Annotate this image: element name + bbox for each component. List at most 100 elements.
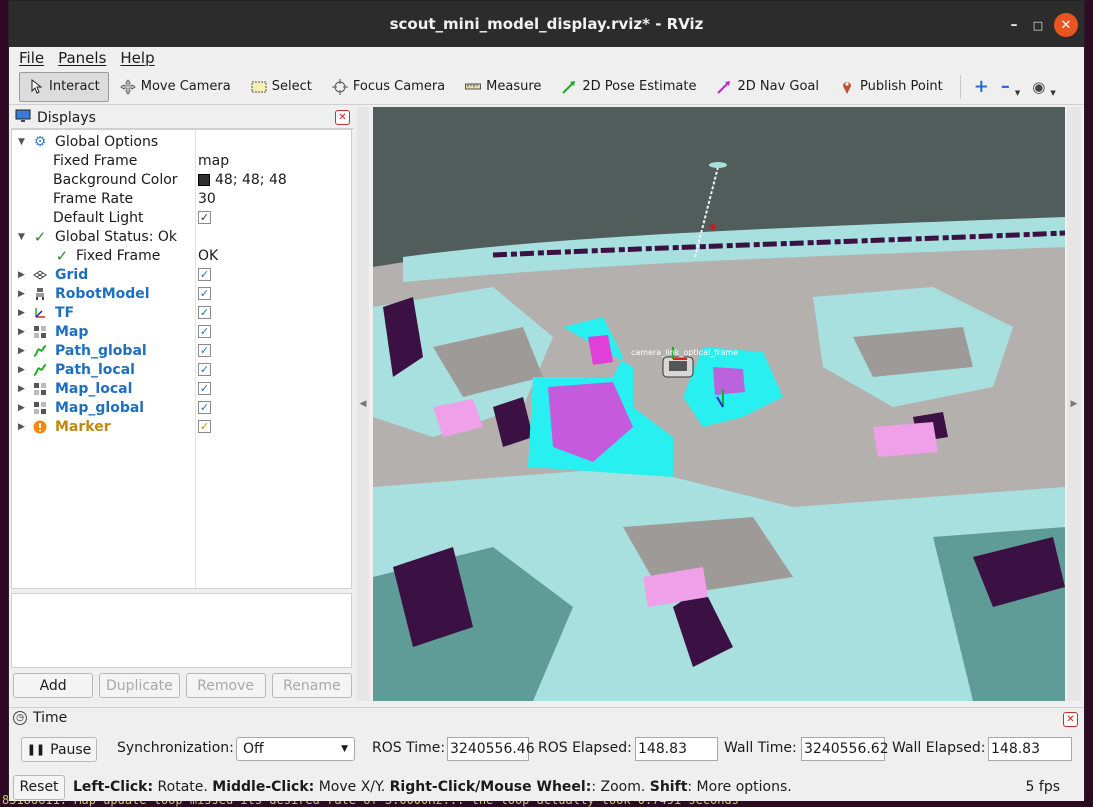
default-light-row[interactable]: Default Light ✓ xyxy=(12,208,351,227)
expand-arrow-icon[interactable]: ▼ xyxy=(18,137,28,147)
display-item-path-global[interactable]: ▶ Path_global ✓ xyxy=(12,341,351,360)
checkmark-icon: ✓ xyxy=(55,246,69,265)
clock-icon: ◷ xyxy=(13,711,27,725)
map-checkbox[interactable]: ✓ xyxy=(198,325,211,338)
warning-icon xyxy=(32,419,48,435)
displays-title: Displays xyxy=(37,109,96,126)
display-item-map[interactable]: ▶ Map ✓ xyxy=(12,322,351,341)
ros-elapsed-label: ROS Elapsed: xyxy=(538,740,632,756)
map-global-checkbox[interactable]: ✓ xyxy=(198,401,211,414)
collapsed-arrow-icon[interactable]: ▶ xyxy=(18,289,28,299)
close-window-icon[interactable]: ✕ xyxy=(1054,13,1078,37)
background-color-row[interactable]: Background Color 48; 48; 48 xyxy=(12,170,351,189)
collapsed-arrow-icon[interactable]: ▶ xyxy=(18,422,28,432)
display-item-map-global[interactable]: ▶ Map_global ✓ xyxy=(12,398,351,417)
map-local-checkbox[interactable]: ✓ xyxy=(198,382,211,395)
collapsed-arrow-icon[interactable]: ▶ xyxy=(18,384,28,394)
interact-button[interactable]: Interact xyxy=(19,71,109,102)
3d-viewport[interactable]: camera_link_optical_frame xyxy=(373,107,1065,701)
collapsed-arrow-icon[interactable]: ▶ xyxy=(18,327,28,337)
measure-button[interactable]: Measure xyxy=(456,72,550,102)
collapsed-arrow-icon[interactable]: ▶ xyxy=(18,365,28,375)
add-tool-plus-icon[interactable]: + xyxy=(969,72,994,102)
nav-goal-button[interactable]: 2D Nav Goal xyxy=(707,72,828,102)
fixed-frame-status-row[interactable]: ✓ Fixed Frame OK xyxy=(12,246,351,265)
maximize-icon[interactable]: □ xyxy=(1026,13,1050,37)
collapsed-arrow-icon[interactable]: ▶ xyxy=(18,308,28,318)
display-item-robotmodel[interactable]: ▶ RobotModel ✓ xyxy=(12,284,351,303)
path-global-checkbox[interactable]: ✓ xyxy=(198,344,211,357)
eye-icon[interactable]: ◉ ▼ xyxy=(1027,72,1060,102)
display-item-map-local[interactable]: ▶ Map_local ✓ xyxy=(12,379,351,398)
publish-point-button[interactable]: Publish Point xyxy=(830,72,952,102)
display-item-tf[interactable]: ▶ TF ✓ xyxy=(12,303,351,322)
path-local-checkbox[interactable]: ✓ xyxy=(198,363,211,376)
map-icon xyxy=(32,400,48,416)
pause-button[interactable]: ❚❚ Pause xyxy=(21,737,97,762)
menu-panels[interactable]: Panels xyxy=(58,49,106,67)
select-button[interactable]: Select xyxy=(242,72,321,102)
frame-rate-row[interactable]: Frame Rate 30 xyxy=(12,189,351,208)
color-swatch xyxy=(198,173,210,186)
display-item-grid[interactable]: ▶ Grid ✓ xyxy=(12,265,351,284)
monitor-icon xyxy=(15,109,31,127)
robot-model-icon xyxy=(32,286,48,302)
minimize-icon[interactable]: – xyxy=(1002,13,1026,37)
right-splitter-handle[interactable]: ▶ xyxy=(1067,107,1081,701)
focus-camera-icon xyxy=(331,78,348,95)
robotmodel-checkbox[interactable]: ✓ xyxy=(198,287,211,300)
fixed-frame-row[interactable]: Fixed Frame map xyxy=(12,151,351,170)
collapsed-arrow-icon[interactable]: ▶ xyxy=(18,403,28,413)
global-options-row[interactable]: ▼ ⚙ Global Options xyxy=(12,132,351,151)
publish-point-pin-icon xyxy=(839,79,855,95)
tool-bar: Interact Move Camera Select Focus Camera… xyxy=(9,69,1084,105)
tf-checkbox[interactable]: ✓ xyxy=(198,306,211,319)
menu-file[interactable]: File xyxy=(19,49,44,67)
remove-button[interactable]: Remove xyxy=(185,673,266,698)
description-area xyxy=(11,593,352,668)
wall-elapsed-field[interactable]: 148.83 xyxy=(988,737,1072,761)
fps-readout: 5 fps xyxy=(1025,779,1060,795)
marker-checkbox[interactable]: ✓ xyxy=(198,420,211,433)
map-icon xyxy=(32,324,48,340)
toolbar-separator xyxy=(959,74,961,99)
global-status-row[interactable]: ▼ ✓ Global Status: Ok xyxy=(12,227,351,246)
pose-estimate-button[interactable]: 2D Pose Estimate xyxy=(552,72,705,102)
path-icon xyxy=(32,343,48,359)
expand-arrow-icon[interactable]: ▼ xyxy=(18,232,28,242)
interact-cursor-icon xyxy=(28,78,44,95)
move-camera-button[interactable]: Move Camera xyxy=(111,72,240,102)
ros-elapsed-field[interactable]: 148.83 xyxy=(635,737,718,761)
remove-tool-minus-icon[interactable]: – ▼ xyxy=(996,72,1025,102)
collapsed-arrow-icon[interactable]: ▶ xyxy=(18,270,28,280)
wall-elapsed-label: Wall Elapsed: xyxy=(892,740,986,756)
chevron-down-icon: ▼ xyxy=(341,744,348,754)
menu-bar: File Panels Help xyxy=(9,47,1084,69)
default-light-checkbox[interactable]: ✓ xyxy=(198,211,211,224)
synchronization-select[interactable]: Off ▼ xyxy=(236,737,355,761)
left-splitter-handle[interactable]: ◀ xyxy=(357,107,369,701)
focus-camera-button[interactable]: Focus Camera xyxy=(323,72,454,102)
display-item-marker[interactable]: ▶ Marker ✓ xyxy=(12,417,351,436)
robot-frame-label: camera_link_optical_frame xyxy=(631,348,738,357)
ros-time-field[interactable]: 3240556.46 xyxy=(447,737,535,761)
sync-label: Synchronization: xyxy=(117,740,234,756)
grid-checkbox[interactable]: ✓ xyxy=(198,268,211,281)
reset-button[interactable]: Reset xyxy=(13,774,65,800)
pose-estimate-arrow-icon xyxy=(561,79,577,95)
wall-time-field[interactable]: 3240556.62 xyxy=(801,737,889,761)
time-header: ◷ Time xyxy=(13,710,67,726)
displays-header: Displays ✕ xyxy=(11,107,354,129)
menu-help[interactable]: Help xyxy=(120,49,154,67)
display-item-path-local[interactable]: ▶ Path_local ✓ xyxy=(12,360,351,379)
close-panel-icon[interactable]: ✕ xyxy=(335,110,350,125)
displays-panel: Displays ✕ ▼ ⚙ Global Options Fixed Fram… xyxy=(11,107,354,701)
duplicate-button[interactable]: Duplicate xyxy=(99,673,180,698)
collapsed-arrow-icon[interactable]: ▶ xyxy=(18,346,28,356)
time-title: Time xyxy=(33,710,68,726)
gear-icon: ⚙ xyxy=(33,133,47,150)
displays-buttons: Add Duplicate Remove Rename xyxy=(11,673,352,699)
close-time-panel-icon[interactable]: ✕ xyxy=(1063,712,1078,727)
add-button[interactable]: Add xyxy=(13,673,94,698)
rename-button[interactable]: Rename xyxy=(271,673,352,698)
